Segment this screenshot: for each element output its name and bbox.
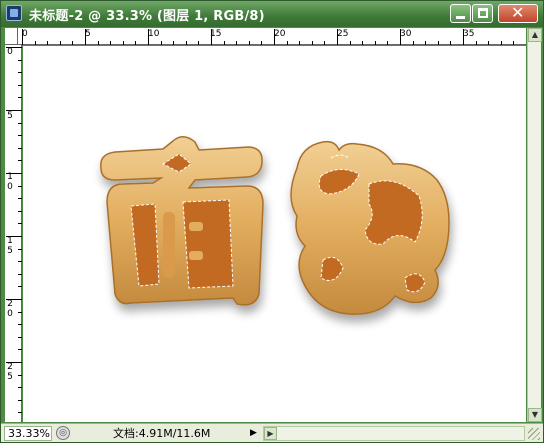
document-canvas[interactable] [23,46,526,422]
vertical-ruler[interactable]: 0 5 1 0 1 5 2 0 2 5 [5,45,22,422]
maximize-icon [478,8,488,18]
horizontal-scrollbar[interactable]: ◀ ▶ [263,426,525,441]
ruler-h-label: 20 [274,29,286,39]
canvas-artwork [100,136,450,315]
status-bar: 33.33% ◎ 文档:4.91M/11.6M ▶ ◀ ▶ [1,423,543,442]
status-menu-arrow-icon[interactable]: ▶ [247,426,260,440]
ruler-h-label: 25 [337,29,349,39]
scroll-up-arrow-icon[interactable]: ▲ [528,28,542,42]
minimize-icon [456,16,465,19]
ruler-h-label: 10 [148,29,160,39]
ruler-v-label: 2 [7,362,13,372]
ruler-v-label: 5 [7,372,13,382]
document-size: 文档:4.91M/11.6M [113,427,211,440]
window-title: 未标题-2 @ 33.3% (图层 1, RGB/8) [29,9,265,24]
title-bar[interactable]: 未标题-2 @ 33.3% (图层 1, RGB/8) ✕ [1,1,543,27]
maximize-button[interactable] [472,4,493,23]
ruler-h-label: 5 [85,29,91,39]
ruler-h-label: 35 [463,29,475,39]
ruler-v-label: 0 [7,182,13,192]
horizontal-ruler-ticks [22,29,514,45]
ruler-h-label: 30 [400,29,412,39]
close-icon: ✕ [511,3,525,22]
ruler-v-label: 5 [7,111,13,121]
resize-grip-icon[interactable] [528,428,540,440]
scroll-right-arrow-icon[interactable]: ▶ [264,427,277,440]
vertical-scrollbar[interactable]: ▲ ▼ [527,28,542,422]
ruler-v-label: 2 [7,299,13,309]
status-info-icon[interactable]: ◎ [56,426,70,440]
ruler-h-label: 0 [22,29,28,39]
document-window: 未标题-2 @ 33.3% (图层 1, RGB/8) ✕ 0 5 10 15 … [0,0,544,443]
ruler-v-label: 1 [7,236,13,246]
bread-glyph-mian [100,136,264,306]
ruler-v-label: 5 [7,246,13,256]
zoom-level-field[interactable]: 33.33% [4,426,52,441]
ruler-v-label: 0 [7,309,13,319]
ruler-v-label: 0 [7,47,13,57]
bread-glyph-bao [290,140,450,315]
scroll-down-arrow-icon[interactable]: ▼ [528,408,542,422]
ruler-origin[interactable] [5,28,18,45]
photoshop-document-icon[interactable] [6,5,22,21]
minimize-button[interactable] [450,4,471,23]
horizontal-ruler[interactable]: 0 5 10 15 20 25 30 35 [18,28,526,45]
close-button[interactable]: ✕ [498,3,538,23]
ruler-v-label: 1 [7,172,13,182]
ruler-h-label: 15 [210,29,222,39]
